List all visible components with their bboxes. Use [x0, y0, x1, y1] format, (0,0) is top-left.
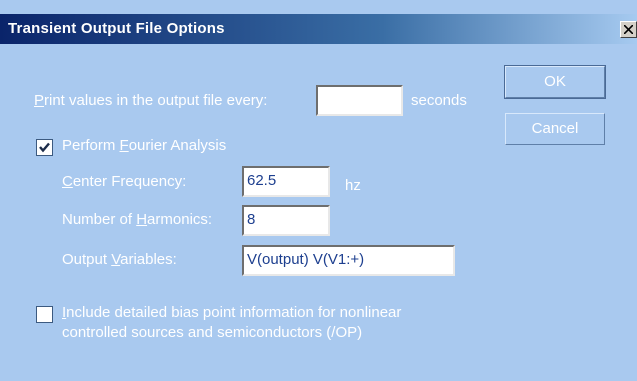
output-variables-input[interactable]: V(output) V(V1:+) [242, 245, 455, 276]
bias-point-label-line2: controlled sources and semiconductors (/… [62, 324, 363, 341]
transient-output-dialog: Transient Output File Options Print valu… [0, 0, 637, 381]
ok-button[interactable]: OK [504, 65, 606, 99]
bias-point-checkbox[interactable] [36, 306, 53, 323]
print-interval-input[interactable] [316, 85, 403, 116]
center-frequency-units: hz [345, 177, 361, 194]
fourier-checkbox[interactable] [36, 139, 53, 156]
harmonics-label: Number of Harmonics: [62, 211, 213, 228]
center-frequency-label: Center Frequency: [62, 173, 187, 190]
print-interval-units: seconds [411, 92, 467, 109]
bias-point-label-line1: Include detailed bias point information … [62, 304, 402, 321]
title-bar: Transient Output File Options [0, 14, 637, 44]
close-button[interactable] [620, 21, 637, 38]
center-frequency-input[interactable]: 62.5 [242, 166, 330, 197]
checkmark-icon [39, 142, 50, 153]
cancel-button[interactable]: Cancel [505, 113, 605, 145]
harmonics-input[interactable]: 8 [242, 205, 330, 236]
close-icon [624, 25, 633, 34]
print-interval-label: Print values in the output file every: [34, 92, 268, 109]
output-variables-label: Output Variables: [62, 251, 177, 268]
fourier-label: Perform Fourier Analysis [62, 137, 227, 154]
dialog-title: Transient Output File Options [8, 20, 225, 37]
